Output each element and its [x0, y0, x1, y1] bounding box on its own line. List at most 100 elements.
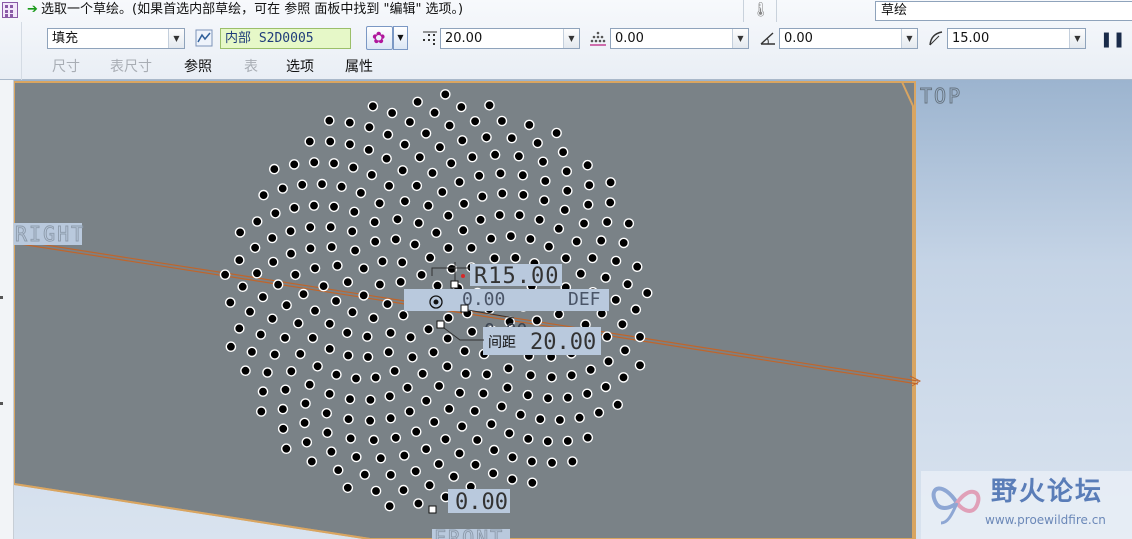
pattern-point — [554, 414, 566, 426]
pause-icon[interactable]: ❚❚ — [1100, 29, 1125, 49]
pattern-point — [402, 382, 413, 394]
datum-label-top[interactable]: TOP — [920, 84, 962, 109]
pattern-point — [484, 100, 495, 111]
pattern-point — [481, 131, 492, 143]
watermark-title: 野火论坛 — [991, 477, 1104, 507]
datum-label-front[interactable]: FRONT — [434, 526, 504, 539]
pattern-point — [270, 207, 281, 219]
angle-value: 0.00 — [784, 31, 813, 46]
pattern-point — [424, 252, 436, 264]
pattern-point — [466, 151, 478, 163]
bottom-dimension-text[interactable]: 0.00 — [455, 490, 508, 515]
drag-handle[interactable] — [450, 280, 459, 289]
pattern-point — [420, 128, 432, 139]
viewport-gutter — [0, 80, 14, 539]
pattern-point — [285, 248, 297, 259]
sketch-reference-field[interactable]: 内部 S2D0005 — [220, 28, 351, 49]
pattern-point — [433, 380, 445, 392]
pattern-point — [526, 456, 538, 467]
chevron-down-icon[interactable]: ▼ — [393, 26, 408, 50]
pattern-point — [359, 469, 371, 480]
drag-handle[interactable] — [460, 304, 469, 313]
pattern-point — [534, 413, 546, 425]
angle-icon — [760, 32, 775, 45]
pattern-point — [268, 163, 280, 175]
pattern-point — [540, 175, 551, 187]
chevron-down-icon[interactable]: ▼ — [168, 29, 184, 48]
tab-references[interactable]: 参照 — [184, 58, 212, 76]
pattern-point — [277, 183, 289, 194]
datum-label-right[interactable]: RIGHT — [15, 222, 85, 247]
fill-pattern-button[interactable]: ✿ — [366, 26, 393, 50]
green-arrow-icon: ➔ — [27, 2, 38, 17]
spacing-dimension-text[interactable]: 20.00 — [530, 330, 596, 355]
pattern-point — [255, 329, 267, 340]
pattern-point — [350, 373, 362, 384]
pattern-point — [562, 392, 574, 404]
pattern-point — [405, 331, 416, 343]
tab-table[interactable]: 表 — [244, 58, 258, 76]
pattern-point — [341, 327, 353, 339]
tab-properties[interactable]: 属性 — [345, 58, 373, 76]
pattern-point — [399, 195, 411, 207]
chevron-down-icon[interactable]: ▼ — [563, 29, 579, 48]
angle-dimension-text[interactable]: 0.00 — [462, 289, 505, 310]
pattern-point — [386, 107, 398, 119]
selection-filter-field[interactable]: 草绘 — [875, 1, 1132, 21]
pattern-point — [440, 433, 451, 445]
pattern-point — [316, 178, 328, 190]
pattern-point — [496, 188, 508, 199]
pattern-point — [381, 153, 392, 164]
pattern-point — [318, 280, 329, 292]
pattern-point — [470, 459, 481, 471]
pattern-point — [262, 367, 273, 378]
pattern-point — [432, 280, 443, 292]
pattern-point — [328, 201, 340, 213]
pattern-point — [496, 115, 508, 127]
pattern-point — [525, 233, 536, 245]
pattern-point — [342, 276, 354, 288]
tab-options[interactable]: 选项 — [286, 58, 314, 76]
radius-field[interactable]: 15.00 ▼ — [947, 28, 1086, 49]
pattern-point — [510, 252, 521, 264]
chevron-down-icon[interactable]: ▼ — [732, 29, 748, 48]
separator — [776, 0, 777, 22]
pattern-point — [424, 479, 435, 491]
pattern-point — [300, 398, 311, 409]
pattern-point — [364, 415, 376, 427]
pattern-point — [413, 498, 424, 509]
tab-dimensions[interactable]: 尺寸 — [52, 58, 80, 76]
pattern-point — [641, 287, 653, 299]
pattern-point — [417, 368, 429, 380]
angle-field[interactable]: 0.00 ▼ — [779, 28, 918, 49]
pattern-point — [296, 179, 308, 191]
fill-type-select[interactable]: 填充 ▼ — [47, 28, 185, 49]
drag-handle[interactable] — [436, 320, 445, 329]
pattern-point — [466, 326, 478, 338]
pattern-point — [471, 434, 483, 446]
drag-handle[interactable] — [428, 505, 437, 514]
chevron-down-icon[interactable]: ▼ — [901, 29, 917, 48]
pattern-point — [361, 331, 373, 342]
chevron-down-icon[interactable]: ▼ — [1069, 29, 1085, 48]
pattern-point — [249, 242, 261, 254]
sketch-icon[interactable] — [195, 29, 213, 47]
pattern-point — [412, 96, 423, 108]
pattern-point — [507, 451, 518, 463]
pattern-point — [324, 318, 336, 330]
pattern-point — [422, 200, 434, 211]
pattern-point — [350, 451, 362, 463]
tab-table-dimensions[interactable]: 表尺寸 — [110, 58, 152, 76]
pattern-point — [441, 361, 453, 372]
pattern-point — [460, 368, 472, 380]
pattern-point — [368, 312, 379, 324]
spacing-field[interactable]: 20.00 ▼ — [440, 28, 580, 49]
pattern-point — [517, 169, 529, 181]
pattern-point — [390, 432, 402, 444]
min-distance-field[interactable]: 0.00 ▼ — [610, 28, 749, 49]
pattern-point — [225, 341, 237, 353]
radius-dimension-text[interactable]: R15.00 — [474, 264, 559, 289]
pattern-point — [398, 484, 409, 496]
pattern-point — [366, 169, 378, 181]
pattern-feature-icon[interactable] — [2, 2, 18, 18]
